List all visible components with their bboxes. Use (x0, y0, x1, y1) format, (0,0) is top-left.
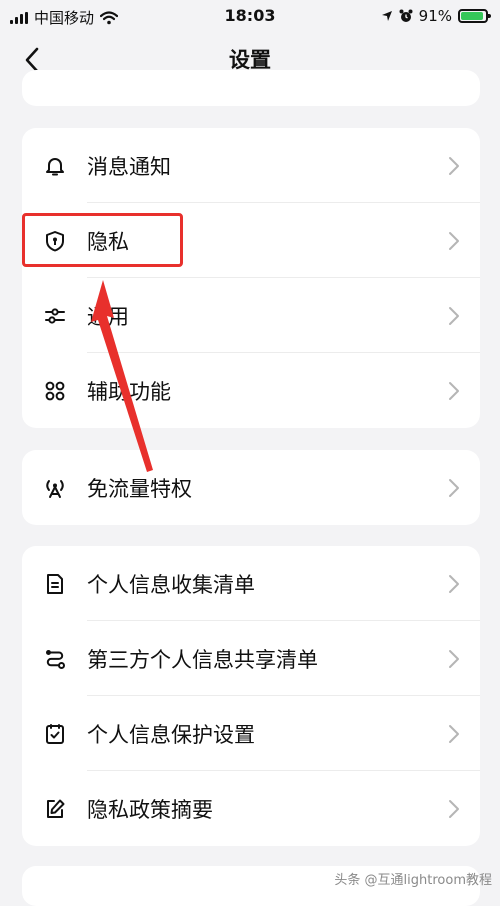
chevron-right-icon (449, 479, 459, 497)
watermark-text: 头条 @互通lightroom教程 (334, 873, 492, 888)
edit-icon (47, 799, 65, 818)
status-right: 91% (381, 7, 491, 25)
settings-item-label: 辅助功能 (87, 379, 171, 404)
command-icon (45, 381, 65, 401)
settings-item-label: 通用 (87, 304, 129, 329)
settings-item-accessibility[interactable]: 辅助功能 (22, 353, 480, 428)
settings-item-notifications[interactable]: 消息通知 (22, 128, 480, 203)
document-list-icon (47, 574, 63, 594)
settings-item-label: 消息通知 (87, 154, 171, 179)
settings-item-label: 隐私政策摘要 (87, 797, 213, 822)
chevron-right-icon (449, 800, 459, 818)
chevron-right-icon (449, 232, 459, 250)
share-route-icon (46, 650, 65, 669)
settings-item-free-data[interactable]: 免流量特权 (22, 450, 480, 525)
chevron-right-icon (449, 725, 459, 743)
chevron-right-icon (449, 157, 459, 175)
settings-card-personal-info: 个人信息收集清单 第三方个人信息共享清单 个人信息保护设置 隐私政策摘要 (22, 546, 480, 846)
battery-percent: 91% (418, 7, 452, 25)
bell-icon (46, 158, 64, 176)
settings-item-info-collection-list[interactable]: 个人信息收集清单 (22, 546, 480, 621)
highlight-box (22, 213, 183, 267)
battery-icon (458, 9, 491, 23)
settings-item-label: 第三方个人信息共享清单 (87, 647, 318, 672)
settings-item-label: 个人信息收集清单 (87, 572, 255, 597)
checkbox-icon (46, 724, 64, 744)
chevron-right-icon (449, 575, 459, 593)
settings-card-top-partial (22, 70, 480, 106)
broadcast-icon (46, 480, 64, 498)
settings-item-info-protection-settings[interactable]: 个人信息保护设置 (22, 696, 480, 771)
settings-item-privacy-policy-summary[interactable]: 隐私政策摘要 (22, 771, 480, 846)
chevron-right-icon (449, 307, 459, 325)
settings-item-general[interactable]: 通用 (22, 278, 480, 353)
chevron-right-icon (449, 650, 459, 668)
settings-item-label: 免流量特权 (87, 476, 192, 501)
location-icon (381, 11, 392, 21)
sliders-icon (45, 308, 65, 324)
settings-item-label: 个人信息保护设置 (87, 722, 255, 747)
chevron-right-icon (449, 382, 459, 400)
settings-card-data: 免流量特权 (22, 450, 480, 525)
watermark: 头条 @互通lightroom教程 (334, 869, 492, 888)
settings-item-third-party-sharing-list[interactable]: 第三方个人信息共享清单 (22, 621, 480, 696)
alarm-icon (399, 9, 413, 22)
status-bar: 中国移动 18:03 91% (0, 0, 500, 34)
settings-card-general: 消息通知 隐私 通用 辅助功能 (22, 128, 480, 428)
